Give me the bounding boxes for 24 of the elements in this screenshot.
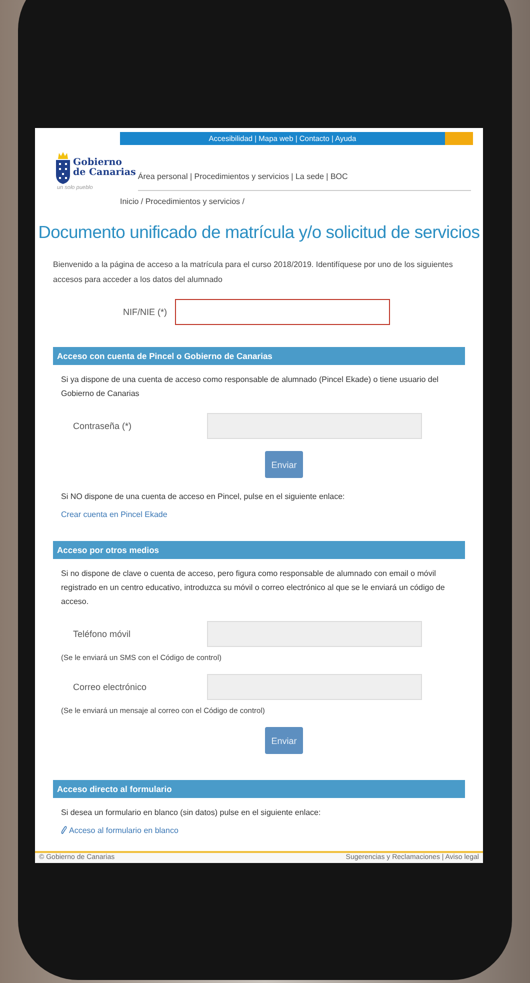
accent-bar	[445, 132, 473, 145]
paperclip-icon	[61, 826, 67, 835]
section-header: Acceso con cuenta de Pincel o Gobierno de Canarias	[53, 347, 465, 365]
info-text: Si desea un formulario en blanco (sin datos) pulse en el siguiente enlace:	[61, 807, 322, 819]
intro-text: Bienvenido a la página de acceso a la matrícula para el curso 2018/2019. Identifíquese por uno de los siguientes accesos para acceder a los datos del alumnado	[53, 259, 454, 286]
info-text: Si ya dispone de una cuenta de acceso como responsable de alumnado (Pincel Ekade) o tiene usuario del Gobierno de Canarias	[61, 374, 440, 400]
create-account-link[interactable]: Crear cuenta en Pincel Ekade	[61, 510, 168, 519]
section-header: Acceso por otros medios	[53, 541, 465, 559]
blank-form-link[interactable]: Acceso al formulario en blanco	[69, 826, 178, 835]
field-label: NIF/NIE (*)	[122, 307, 168, 317]
crest-icon	[55, 151, 71, 185]
nav-links[interactable]: Área personal | Procedimientos y servicios | La sede | BOC	[138, 172, 348, 181]
send-button[interactable]: Enviar	[265, 727, 303, 754]
input-field[interactable]	[175, 299, 390, 325]
section-header: Acceso directo al formulario	[53, 780, 465, 798]
send-button[interactable]: Enviar	[265, 451, 303, 478]
field-label: Correo electrónico	[72, 682, 148, 692]
page-title: Documento unificado de matrícula y/o solicitud de servicios	[37, 222, 481, 243]
logo-name: Gobierno de Canarias	[73, 158, 136, 178]
breadcrumb[interactable]: Inicio / Procedimientos y servicios /	[120, 197, 483, 206]
info-text: Si NO dispone de una cuenta de acceso en Pincel, pulse en el siguiente enlace:	[61, 491, 346, 503]
field-label: Contraseña (*)	[72, 421, 133, 431]
field-label: Teléfono móvil	[72, 629, 132, 639]
info-text: Si no dispone de clave o cuenta de acceso, pero figura como responsable de alumnado con email o móvil registrado en un centro educativo, introduzca su móvil o correo electrónico al que se le enviará un código de acceso.	[61, 568, 446, 608]
